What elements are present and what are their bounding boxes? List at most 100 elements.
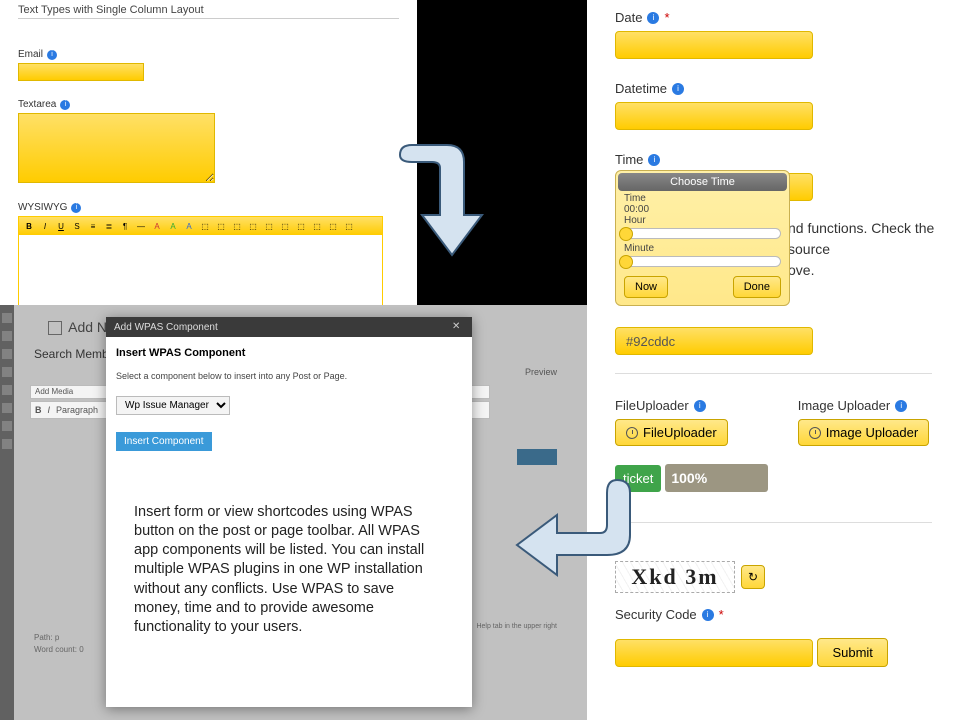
info-icon[interactable]: i — [60, 100, 70, 110]
submit-button[interactable]: Submit — [817, 638, 887, 667]
modal-titlebar: Add WPAS Component ✕ — [106, 317, 472, 337]
word-count: Word count: 0 — [34, 645, 84, 654]
modal-subtext: Select a component below to insert into … — [116, 371, 462, 381]
fileuploader-label: FileUploader i — [615, 398, 728, 413]
timepicker-minute-label: Minute — [618, 243, 787, 254]
text-types-panel: Text Types with Single Column Layout Ema… — [0, 0, 417, 305]
captcha-refresh-button[interactable]: ↻ — [741, 565, 765, 589]
pin-icon — [48, 321, 62, 335]
info-icon[interactable]: i — [672, 83, 684, 95]
form-fields-panel: Date i * Datetime i Time i FileUploader … — [587, 0, 960, 720]
info-icon[interactable]: i — [71, 203, 81, 213]
tool-button[interactable]: ⬚ — [231, 220, 243, 232]
upload-icon — [626, 427, 638, 439]
tool-button[interactable]: ⬚ — [295, 220, 307, 232]
textarea-label: Textarea i — [18, 99, 399, 110]
preview-button[interactable]: Preview — [525, 367, 557, 377]
help-hint: Help tab in the upper right — [476, 623, 557, 630]
required-icon: * — [719, 607, 724, 622]
timepicker-header: Choose Time — [618, 173, 787, 191]
date-label: Date i * — [615, 10, 932, 25]
underline-button[interactable]: U — [55, 220, 67, 232]
uploader-row: FileUploader i FileUploader Image Upload… — [615, 392, 932, 446]
timepicker-time-value: 00:00 — [618, 204, 787, 215]
search-label: Search Membe — [34, 347, 115, 361]
modal-title: Add WPAS Component — [114, 322, 218, 333]
tool-button[interactable]: ⬚ — [247, 220, 259, 232]
info-icon[interactable]: i — [648, 154, 660, 166]
slider-handle[interactable] — [619, 255, 633, 269]
security-code-field[interactable] — [615, 639, 813, 667]
editor-path: Path: p — [34, 633, 59, 642]
bold-button[interactable]: B — [35, 405, 42, 415]
timepicker-done-button[interactable]: Done — [733, 276, 781, 298]
timepicker-popover: Choose Time Time 00:00 Hour Minute Now D… — [615, 170, 790, 306]
hr-button[interactable]: — — [135, 220, 147, 232]
info-icon[interactable]: i — [895, 400, 907, 412]
numlist-button[interactable]: ≣ — [103, 220, 115, 232]
date-field[interactable] — [615, 31, 813, 59]
flow-arrow-icon — [392, 140, 487, 260]
imageuploader-label: Image Uploader i — [798, 398, 930, 413]
component-select[interactable]: Wp Issue Manager — [116, 396, 230, 415]
color-button[interactable]: A — [183, 220, 195, 232]
imageuploader-button[interactable]: Image Uploader — [798, 419, 930, 446]
color-button[interactable]: A — [167, 220, 179, 232]
datetime-field[interactable] — [615, 102, 813, 130]
insert-component-button[interactable]: Insert Component — [116, 432, 212, 451]
required-icon: * — [664, 10, 669, 25]
info-icon[interactable]: i — [47, 50, 57, 60]
bold-button[interactable]: B — [23, 220, 35, 232]
modal-body: Insert WPAS Component Select a component… — [106, 337, 472, 647]
color-button[interactable]: A — [151, 220, 163, 232]
tool-button[interactable]: ⬚ — [327, 220, 339, 232]
fileuploader-button[interactable]: FileUploader — [615, 419, 728, 446]
captcha-row: Xkd 3m ↻ — [615, 561, 932, 593]
paragraph-select[interactable]: Paragraph — [56, 405, 98, 415]
tool-button[interactable]: ⬚ — [263, 220, 275, 232]
time-label: Time i — [615, 152, 932, 167]
tool-button[interactable]: ⬚ — [279, 220, 291, 232]
progress-bar: 100% — [665, 464, 768, 492]
italic-button[interactable]: I — [48, 405, 51, 415]
minute-slider[interactable] — [624, 256, 781, 267]
hour-slider[interactable] — [624, 228, 781, 239]
color-field[interactable] — [615, 327, 813, 355]
email-label: Email i — [18, 49, 399, 60]
email-field[interactable] — [18, 63, 144, 81]
strike-button[interactable]: S — [71, 220, 83, 232]
timepicker-hour-label: Hour — [618, 215, 787, 226]
modal-heading: Insert WPAS Component — [116, 347, 462, 359]
security-code-label: Security Code i * — [615, 607, 932, 622]
wysiwyg-toolbar: B I U S ≡ ≣ ¶ — A A A ⬚ ⬚ ⬚ ⬚ ⬚ ⬚ ⬚ ⬚ ⬚ … — [19, 217, 382, 235]
flow-arrow-icon — [512, 475, 642, 595]
upload-status: ticket 100% — [615, 464, 932, 492]
divider — [615, 522, 932, 523]
tool-button[interactable]: ⬚ — [199, 220, 211, 232]
wp-admin-panel: Add New Search Membe Add Media B I Parag… — [0, 305, 587, 720]
timepicker-time-label: Time — [618, 193, 787, 204]
section-title: Text Types with Single Column Layout — [18, 4, 399, 19]
info-icon[interactable]: i — [694, 400, 706, 412]
upload-icon — [809, 427, 821, 439]
list-button[interactable]: ≡ — [87, 220, 99, 232]
textarea-field[interactable] — [18, 113, 215, 183]
info-icon[interactable]: i — [702, 609, 714, 621]
tool-button[interactable]: ⬚ — [215, 220, 227, 232]
close-icon[interactable]: ✕ — [452, 321, 464, 333]
datetime-label: Datetime i — [615, 81, 932, 96]
wysiwyg-editor: B I U S ≡ ≣ ¶ — A A A ⬚ ⬚ ⬚ ⬚ ⬚ ⬚ ⬚ ⬚ ⬚ … — [18, 216, 383, 318]
overflow-text: nd functions. Check the source ove. — [788, 218, 960, 281]
info-icon[interactable]: i — [647, 12, 659, 24]
timepicker-now-button[interactable]: Now — [624, 276, 668, 298]
add-media-button[interactable]: Add Media — [35, 387, 73, 396]
modal-description: Insert form or view shortcodes using WPA… — [116, 503, 462, 637]
tool-button[interactable]: ⬚ — [343, 220, 355, 232]
slider-handle[interactable] — [619, 227, 633, 241]
italic-button[interactable]: I — [39, 220, 51, 232]
tool-button[interactable]: ⬚ — [311, 220, 323, 232]
publish-button[interactable] — [517, 449, 557, 465]
divider — [615, 373, 932, 374]
align-button[interactable]: ¶ — [119, 220, 131, 232]
wpas-modal: Add WPAS Component ✕ Insert WPAS Compone… — [106, 317, 472, 707]
